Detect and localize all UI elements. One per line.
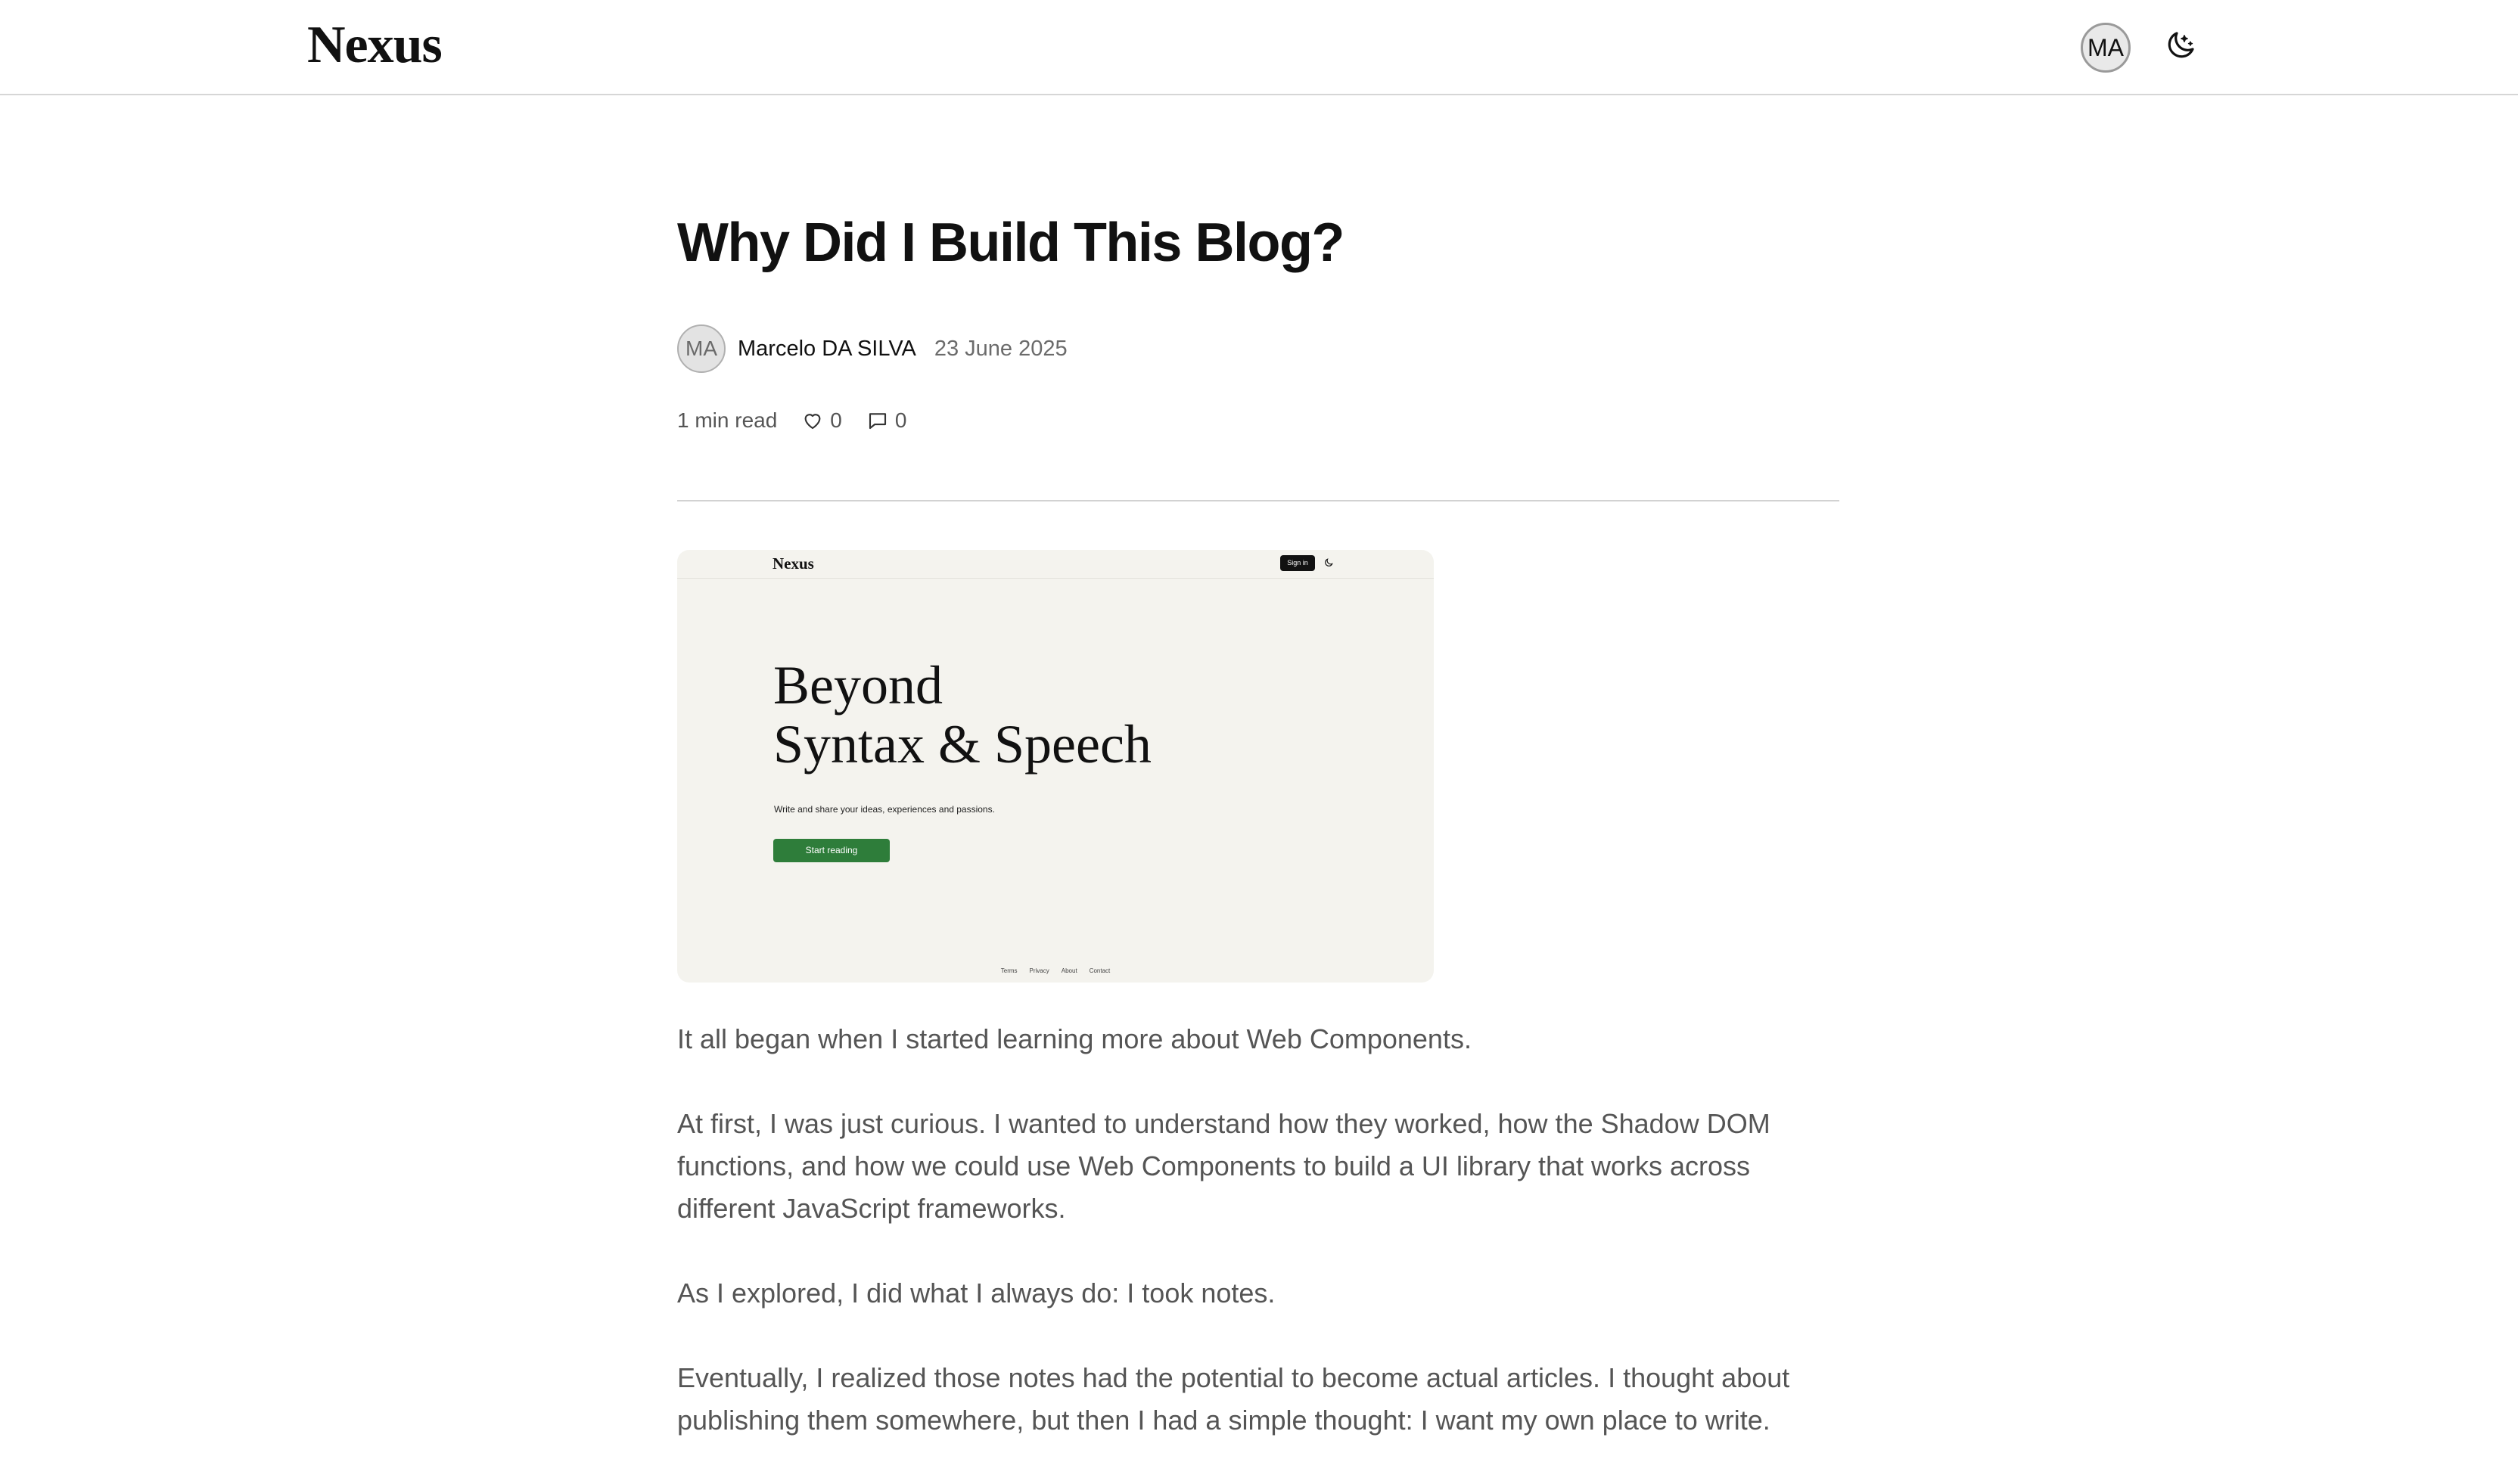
article-body: It all began when I started learning mor…: [677, 1018, 1839, 1484]
author-avatar[interactable]: MA: [677, 324, 726, 373]
like-button[interactable]: 0: [801, 408, 842, 433]
top-nav-bar: Nexus MA: [0, 0, 2518, 95]
comment-button[interactable]: 0: [866, 408, 907, 433]
cover-footer-link: Privacy: [1029, 967, 1049, 974]
cover-headline-line2: Syntax & Speech: [773, 714, 1152, 775]
author-row: MA Marcelo DA SILVA 23 June 2025: [677, 324, 1068, 373]
cover-logo: Nexus: [772, 554, 814, 573]
user-avatar-button[interactable]: MA: [2081, 23, 2131, 73]
site-logo[interactable]: Nexus: [307, 14, 443, 77]
article-title: Why Did I Build This Blog?: [677, 213, 1344, 273]
like-count: 0: [830, 408, 842, 432]
moon-stars-icon: [2168, 32, 2194, 58]
cover-headline: Beyond Syntax & Speech: [773, 656, 1152, 774]
divider: [677, 500, 1839, 501]
body-paragraph: As I explored, I did what I always do: I…: [677, 1278, 1276, 1309]
theme-toggle-button[interactable]: [2162, 27, 2199, 64]
read-time: 1 min read: [677, 408, 778, 432]
cover-footer-link: Contact: [1089, 967, 1111, 974]
cover-mini-header: Nexus Sign in: [677, 550, 1434, 579]
body-paragraph: Eventually, I realized those notes had t…: [677, 1362, 1790, 1436]
post-date: 23 June 2025: [934, 336, 1068, 361]
cover-footer-links: Terms Privacy About Contact: [677, 967, 1434, 974]
comment-icon: [869, 413, 886, 430]
cover-footer-link: Terms: [1000, 967, 1018, 974]
author-name-link[interactable]: Marcelo DA SILVA: [738, 337, 916, 362]
heart-icon: [804, 414, 821, 430]
body-paragraph: At first, I was just curious. I wanted t…: [677, 1108, 1770, 1224]
comment-count: 0: [894, 408, 907, 432]
article-cover-image: Nexus Sign in Beyond Syntax & Speech Wri…: [677, 550, 1434, 983]
cover-headline-line1: Beyond: [773, 655, 943, 716]
cover-footer-link: About: [1061, 967, 1077, 974]
article-meta-row: 1 min read 0 0: [677, 405, 906, 436]
cover-subtitle: Write and share your ideas, experiences …: [774, 804, 995, 815]
cover-signin-button: Sign in: [1280, 555, 1315, 571]
body-paragraph: It all began when I started learning mor…: [677, 1023, 1472, 1054]
cover-moon-icon: [1323, 557, 1334, 568]
cover-cta-button: Start reading: [773, 839, 890, 862]
